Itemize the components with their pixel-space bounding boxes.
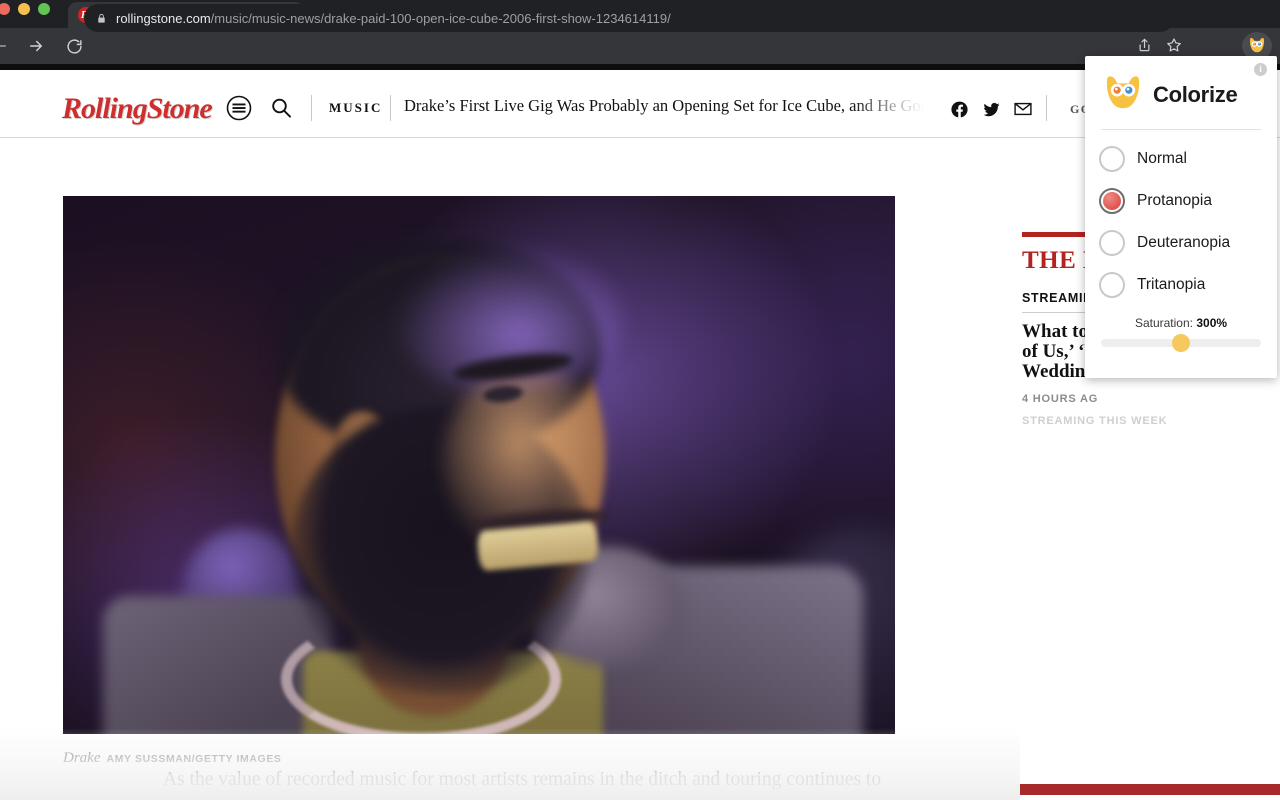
article-body-line-2: lose its luster as a way for musicians t… (163, 793, 908, 800)
sidebar-item-timestamp: 4 HOURS AG (1022, 393, 1099, 405)
lock-icon (94, 12, 108, 25)
forward-arrow-icon (30, 40, 42, 52)
photo-grain (63, 196, 895, 734)
header-article-title[interactable]: Drake’s First Live Gig Was Probably an O… (404, 96, 924, 116)
section-kicker[interactable]: MUSIC (329, 100, 382, 116)
facebook-icon[interactable] (948, 98, 970, 120)
maximize-window-button[interactable] (38, 3, 50, 15)
header-divider-3 (1046, 95, 1047, 121)
rollingstone-logo[interactable]: RollingStone (62, 92, 213, 126)
search-icon[interactable] (267, 94, 295, 122)
article-hero-photo (63, 196, 895, 734)
url-text: rollingstone.com/music/music-news/drake-… (116, 11, 671, 26)
bookmark-star-icon[interactable] (1164, 34, 1184, 56)
radio-deuteranopia[interactable] (1099, 230, 1125, 256)
popup-brand-name: Colorize (1153, 82, 1238, 107)
hamburger-icon[interactable] (225, 94, 253, 122)
popup-brand: Colorize (1085, 56, 1277, 116)
header-divider-2 (390, 95, 391, 121)
close-window-button[interactable] (0, 3, 10, 15)
saturation-label-text: Saturation: (1134, 316, 1193, 330)
photo-caption: Drake AMY SUSSMAN/GETTY IMAGES (63, 749, 282, 767)
forward-button[interactable] (22, 32, 50, 60)
email-icon[interactable] (1012, 98, 1034, 120)
address-bar[interactable]: rollingstone.com/music/music-news/drake-… (84, 4, 1174, 32)
reload-button[interactable] (60, 32, 88, 60)
option-deuteranopia[interactable]: Deuteranopia (1085, 230, 1277, 256)
twitter-icon[interactable] (980, 98, 1002, 120)
header-divider (311, 95, 312, 121)
minimize-window-button[interactable] (18, 3, 30, 15)
saturation-slider[interactable] (1101, 334, 1261, 352)
radio-tritanopia[interactable] (1099, 272, 1125, 298)
option-protanopia-label: Protanopia (1137, 192, 1212, 209)
radio-fill (1103, 192, 1121, 210)
colorize-extension-popup: i Colorize Normal Protanopia Deuteranopi… (1085, 56, 1277, 378)
caption-subject-name: Drake (63, 750, 101, 766)
omnibox-action-icons (1134, 34, 1184, 56)
sidebar-next-kicker: STREAMING THIS WEEK (1022, 415, 1168, 427)
bottom-red-bar (1020, 784, 1280, 795)
saturation-value: 300% (1196, 316, 1228, 330)
slider-thumb[interactable] (1172, 334, 1190, 352)
back-button[interactable] (0, 32, 14, 60)
option-normal[interactable]: Normal (1085, 146, 1277, 172)
reload-arrow-icon (66, 38, 82, 54)
url-domain: rollingstone.com (116, 10, 211, 26)
option-tritanopia-label: Tritanopia (1137, 276, 1206, 293)
option-protanopia[interactable]: Protanopia (1085, 188, 1277, 214)
radio-protanopia[interactable] (1099, 188, 1125, 214)
url-path: /music/music-news/drake-paid-100-open-ic… (210, 10, 671, 26)
colorize-owl-icon (1249, 37, 1265, 52)
owl-icon (1106, 76, 1140, 109)
back-arrow-icon (0, 41, 6, 51)
caption-credit: AMY SUSSMAN/GETTY IMAGES (106, 753, 282, 765)
share-icon[interactable] (1134, 34, 1154, 56)
social-share-group (948, 98, 1044, 120)
article-body-text: As the value of recorded music for most … (163, 767, 908, 800)
window-traffic-lights (0, 3, 50, 15)
article-body-line-1: As the value of recorded music for most … (163, 769, 882, 790)
saturation-label: Saturation: 300% (1085, 316, 1277, 330)
option-deuteranopia-label: Deuteranopia (1137, 234, 1231, 251)
radio-normal[interactable] (1099, 146, 1125, 172)
option-tritanopia[interactable]: Tritanopia (1085, 272, 1277, 298)
info-icon[interactable]: i (1254, 63, 1267, 76)
option-normal-label: Normal (1137, 150, 1187, 167)
popup-divider (1101, 129, 1261, 130)
